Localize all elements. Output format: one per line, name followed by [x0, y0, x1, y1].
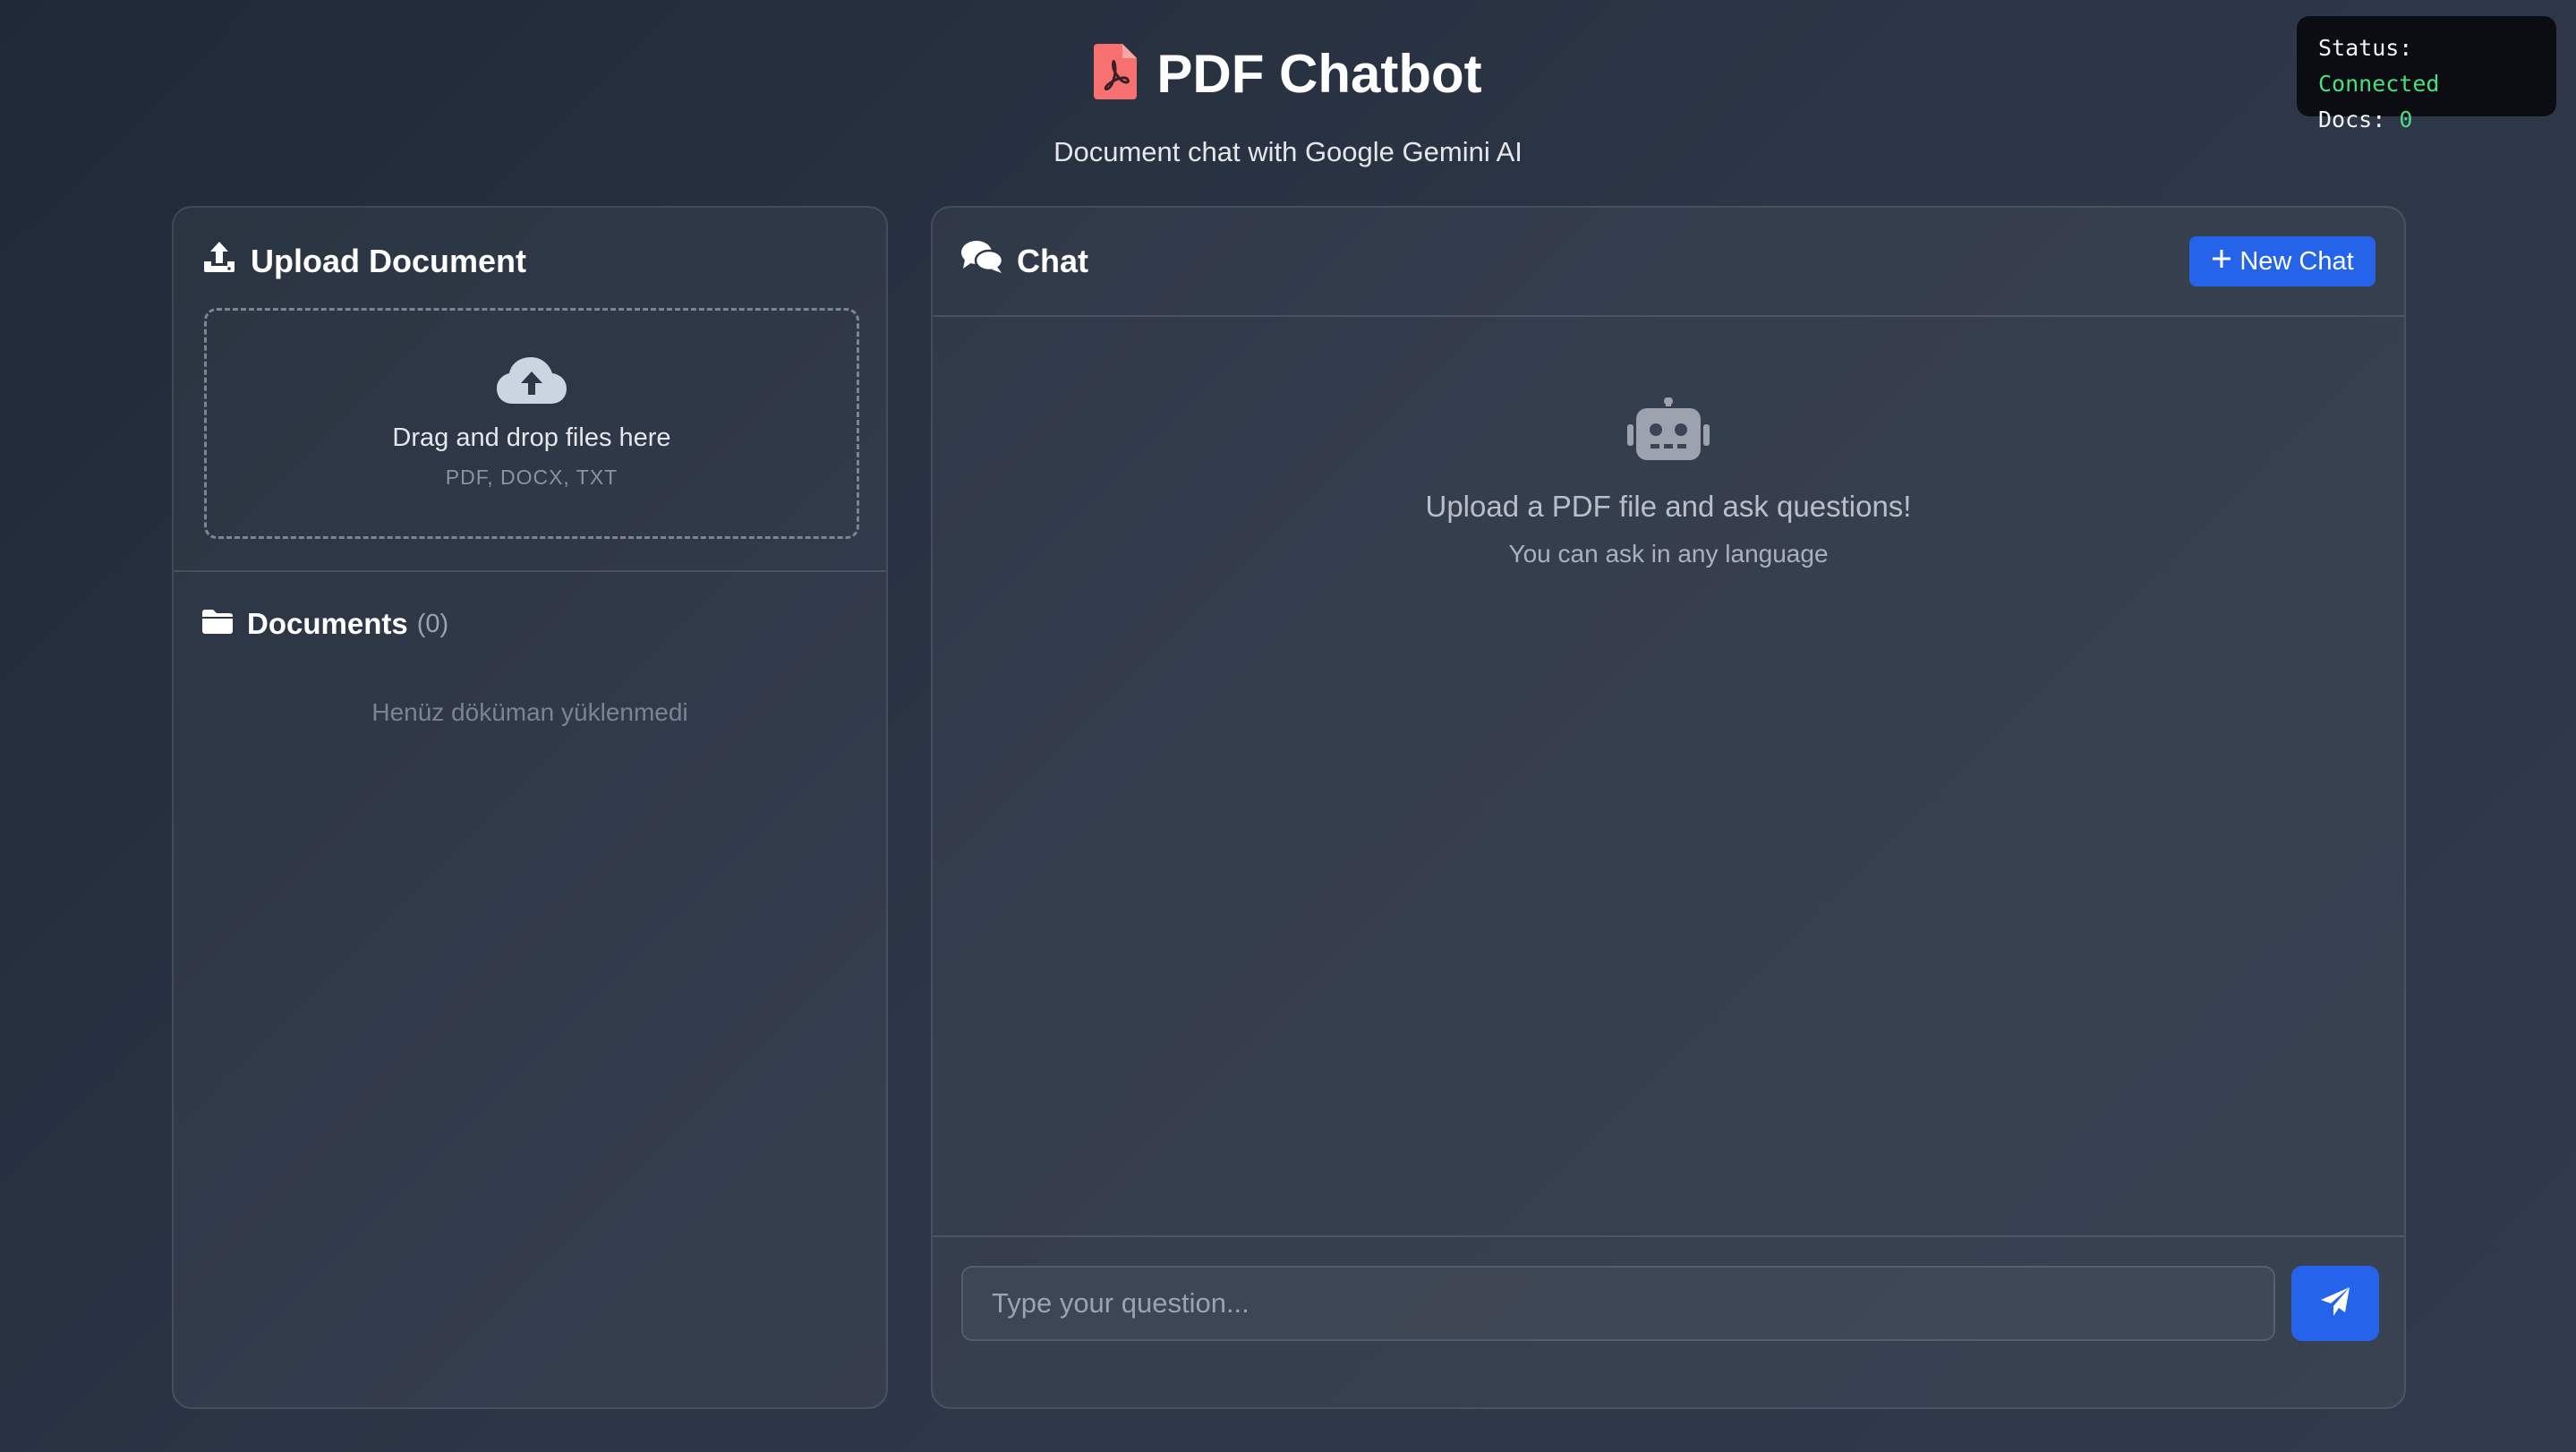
chat-header-divider	[933, 315, 2404, 317]
dropzone-file-types: PDF, DOCX, TXT	[445, 465, 618, 489]
upload-icon	[202, 240, 236, 282]
pdf-file-icon	[1094, 43, 1138, 104]
title-row: PDF Chatbot	[0, 38, 2576, 109]
documents-empty-state: Henüz döküman yüklenmedi	[371, 698, 688, 726]
documents-count: (0)	[416, 609, 449, 638]
file-dropzone[interactable]: Drag and drop files here PDF, DOCX, TXT	[204, 308, 859, 539]
app-subtitle: Document chat with Google Gemini AI	[1053, 136, 1523, 167]
documents-title: Documents	[247, 607, 408, 640]
new-chat-label: New Chat	[2239, 246, 2354, 276]
chat-title: Chat	[1017, 242, 1088, 279]
folder-icon	[202, 607, 233, 641]
input-divider	[933, 1235, 2404, 1237]
send-button[interactable]	[2291, 1266, 2379, 1341]
comments-icon	[961, 240, 1004, 282]
dropzone-text: Drag and drop files here	[392, 423, 671, 452]
robot-icon	[933, 397, 2404, 466]
cloud-upload-icon	[207, 355, 857, 406]
chat-welcome: Upload a PDF file and ask questions! You…	[933, 397, 2404, 568]
question-input[interactable]	[961, 1266, 2275, 1341]
upload-section-title: Upload Document	[202, 240, 526, 282]
section-divider	[174, 570, 886, 572]
page-header: PDF Chatbot Document chat with Google Ge…	[0, 38, 2576, 168]
sidebar-panel: Upload Document Drag and drop files here…	[172, 206, 888, 1409]
upload-title: Upload Document	[251, 242, 527, 279]
documents-section-title: Documents (0)	[202, 607, 448, 641]
welcome-title: Upload a PDF file and ask questions!	[1425, 490, 1912, 523]
app-title: PDF Chatbot	[1156, 43, 1482, 104]
paper-plane-icon	[2319, 1285, 2351, 1322]
new-chat-button[interactable]: New Chat	[2189, 236, 2376, 286]
chat-section-title: Chat	[961, 240, 1088, 282]
chat-panel: Chat New Chat Upload a PDF file and ask …	[931, 206, 2406, 1409]
welcome-subtitle: You can ask in any language	[1508, 540, 1829, 568]
plus-icon	[2211, 247, 2232, 277]
